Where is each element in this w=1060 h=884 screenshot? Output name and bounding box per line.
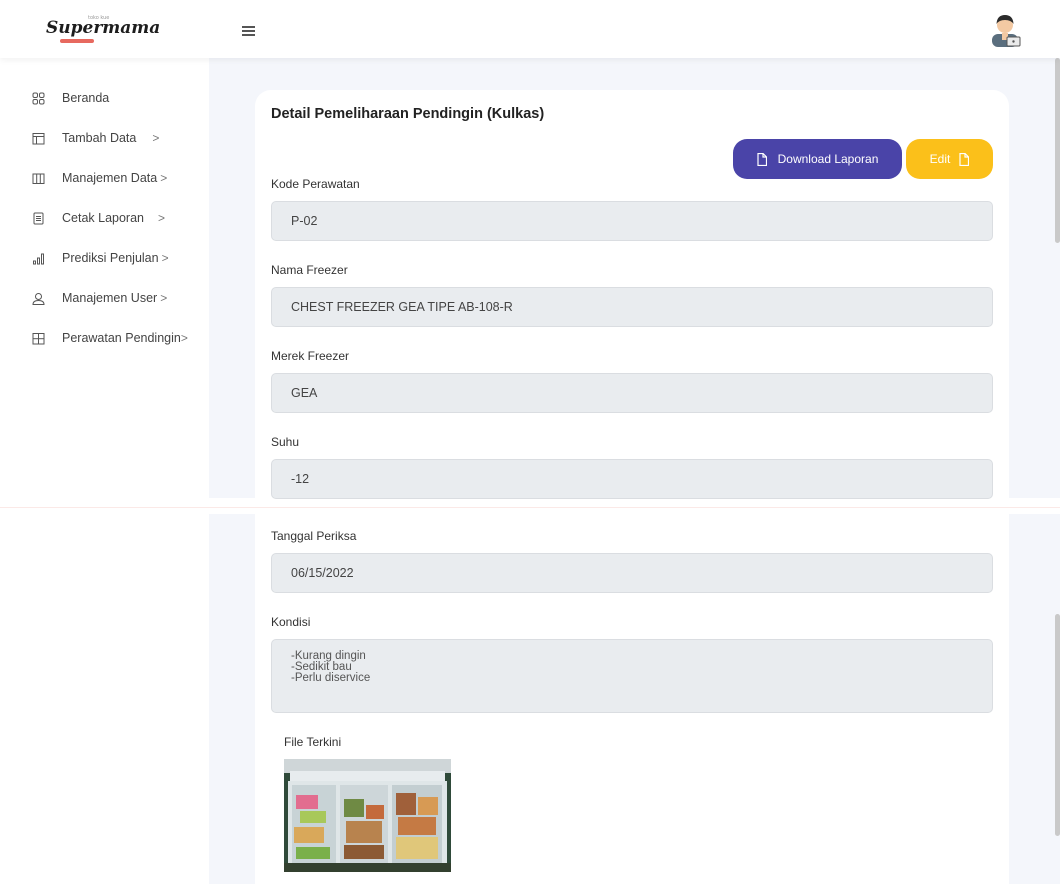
logo-underline (60, 39, 94, 43)
kondisi-line: -Perlu diservice (291, 672, 371, 684)
download-report-button[interactable]: Download Laporan (733, 139, 902, 179)
table-icon (32, 132, 45, 145)
scrollbar-thumb[interactable] (1055, 614, 1060, 836)
sidebar-item-label: Cetak Laporan (62, 211, 145, 225)
download-button-label: Download Laporan (777, 152, 879, 166)
edit-button[interactable]: Edit (906, 139, 993, 179)
document-icon (32, 212, 45, 225)
columns-icon (32, 172, 45, 185)
suhu-field: -12 (271, 459, 993, 499)
merek-freezer-label: Merek Freezer (271, 349, 350, 363)
merek-freezer-field: GEA (271, 373, 993, 413)
chevron-right-icon: > (152, 131, 160, 145)
suhu-label: Suhu (271, 435, 300, 449)
tanggal-periksa-label: Tanggal Periksa (271, 529, 357, 543)
bar-chart-icon (32, 252, 45, 265)
sidebar-item-beranda[interactable]: Beranda (32, 91, 109, 105)
sidebar-item-prediksi-penjulan[interactable]: Prediksi Penjulan > (32, 251, 169, 265)
scrollbar-thumb[interactable] (1055, 58, 1060, 243)
sidebar-item-manajemen-user[interactable]: Manajemen User > (32, 291, 167, 305)
kode-perawatan-field: P-02 (271, 201, 993, 241)
sidebar-item-manajemen-data[interactable]: Manajemen Data > (32, 171, 167, 185)
sidebar-item-label: Prediksi Penjulan (62, 251, 159, 265)
kondisi-line: -Kurang dingin (291, 650, 366, 662)
document-icon (757, 152, 767, 166)
tanggal-periksa-field: 06/15/2022 (271, 553, 993, 593)
top-header: Supermama toko kue (0, 0, 1060, 58)
sidebar-item-label: Manajemen Data (62, 171, 158, 185)
logo-tagline: toko kue (88, 15, 110, 21)
user-icon (32, 292, 45, 305)
sidebar-item-label: Perawatan Pendingin (62, 331, 181, 345)
kondisi-line: -Sedikit bau (291, 661, 352, 673)
sidebar-item-label: Beranda (62, 91, 110, 105)
kode-perawatan-label: Kode Perawatan (271, 177, 360, 191)
hamburger-menu-icon[interactable] (242, 26, 255, 36)
sidebar-item-label: Tambah Data (62, 131, 137, 145)
edit-button-label: Edit (929, 152, 951, 166)
box-grid-icon (32, 332, 45, 345)
sidebar-item-perawatan-pendingin[interactable]: Perawatan Pendingin > (32, 331, 188, 345)
grid-icon (32, 92, 45, 105)
sidebar-item-label: Manajemen User (62, 291, 158, 305)
app-logo[interactable]: Supermama (46, 18, 160, 38)
kondisi-label: Kondisi (271, 615, 311, 629)
kondisi-textarea: -Kurang dingin -Sedikit bau -Perlu diser… (271, 639, 993, 713)
chevron-right-icon: > (160, 291, 168, 305)
page-break-band (209, 498, 1060, 514)
chevron-right-icon: > (158, 211, 166, 225)
page-break-line (0, 507, 1060, 508)
sidebar-item-tambah-data[interactable]: Tambah Data > (32, 131, 159, 145)
page-title: Detail Pemeliharaan Pendingin (Kulkas) (271, 106, 545, 122)
nama-freezer-label: Nama Freezer (271, 263, 348, 277)
document-icon (959, 152, 970, 166)
nama-freezer-field: CHEST FREEZER GEA TIPE AB-108-R (271, 287, 993, 327)
user-avatar-icon[interactable] (987, 12, 1023, 48)
chevron-right-icon: > (160, 171, 168, 185)
sidebar-item-cetak-laporan[interactable]: Cetak Laporan > (32, 211, 165, 225)
file-terkini-label: File Terkini (284, 735, 342, 749)
freezer-photo[interactable] (284, 759, 451, 872)
chevron-right-icon: > (180, 331, 188, 345)
chevron-right-icon: > (161, 251, 169, 265)
